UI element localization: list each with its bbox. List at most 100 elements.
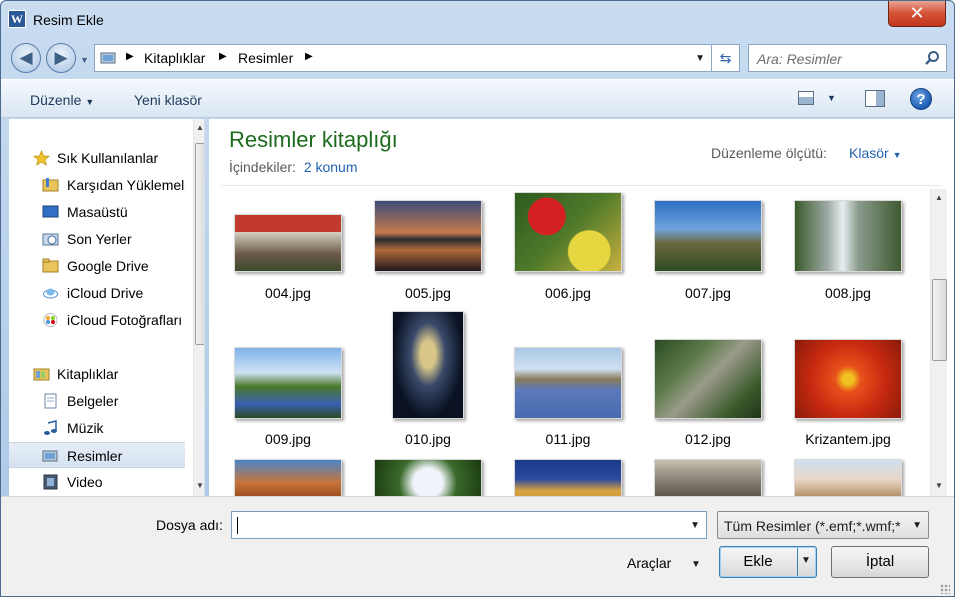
insert-picture-dialog: W Resim Ekle ✕ ◀ ▶ ▼ ▶ Kitaplıklar ▶ Res… [0, 0, 955, 597]
breadcrumb-separator[interactable]: ▶ [219, 51, 227, 62]
search-input[interactable]: Ara: Resimler [748, 44, 947, 72]
file-tile[interactable]: 011.jpg [514, 309, 644, 449]
chevron-down-icon[interactable]: ▼ [695, 53, 705, 64]
recent-pages-dropdown[interactable]: ▼ [80, 55, 89, 65]
image-thumbnail[interactable] [514, 347, 622, 419]
file-name-label: 007.jpg [685, 285, 731, 301]
sidebar-item-icloud-foto-raflar[interactable]: iCloud Fotoğrafları [9, 307, 185, 333]
search-placeholder: Ara: Resimler [757, 51, 842, 67]
breadcrumb-libraries[interactable]: Kitaplıklar [144, 50, 205, 66]
file-name-label: 011.jpg [545, 431, 591, 447]
file-tile[interactable]: 012.jpg [654, 309, 784, 449]
chevron-down-icon: ▼ [892, 150, 902, 160]
breadcrumb-pictures[interactable]: Resimler [238, 50, 293, 66]
sidebar-item-son-yerler[interactable]: Son Yerler [9, 226, 185, 252]
scroll-up-arrow[interactable]: ▲ [935, 193, 943, 202]
arrange-by-dropdown[interactable]: Klasör ▼ [849, 145, 902, 161]
file-name-label: Krizantem.jpg [805, 431, 891, 447]
filename-input[interactable]: ▼ [231, 511, 707, 539]
organize-label: Düzenle [30, 92, 82, 108]
file-tile[interactable]: 010.jpg [374, 309, 504, 449]
address-bar[interactable]: ▶ Kitaplıklar ▶ Resimler ▶ ▼ [94, 44, 712, 72]
image-thumbnail[interactable] [234, 459, 342, 496]
sidebar-item-label: Kitaplıklar [57, 366, 119, 382]
sidebar-item-belgeler[interactable]: Belgeler [9, 388, 185, 414]
libraries-icon [33, 368, 50, 381]
navigation-pane-scrollbar[interactable]: ▲ ▼ [193, 119, 204, 496]
text-caret [237, 517, 238, 534]
help-icon[interactable]: ? [910, 88, 932, 110]
cancel-button[interactable]: İptal [831, 546, 929, 578]
header-divider [221, 185, 941, 186]
scroll-up-arrow[interactable]: ▲ [196, 123, 204, 132]
file-tile[interactable]: 009.jpg [234, 309, 364, 449]
word-app-icon: W [8, 10, 26, 28]
includes-label: İçindekiler: [229, 159, 296, 175]
insert-options-dropdown[interactable]: ▼ [801, 555, 811, 566]
image-thumbnail[interactable] [374, 459, 482, 496]
back-button[interactable]: ◀ [11, 43, 41, 73]
sidebar-item-label: Karşıdan Yüklemeler [67, 177, 185, 193]
image-thumbnail[interactable] [794, 459, 902, 496]
sidebar-item-label: Sık Kullanılanlar [57, 150, 159, 166]
image-thumbnail[interactable] [234, 214, 342, 272]
sidebar-item-masa-st[interactable]: Masaüstü [9, 199, 185, 225]
image-thumbnail[interactable] [654, 459, 762, 496]
sidebar-item-icloud-drive[interactable]: iCloud Drive [9, 280, 185, 306]
scrollbar-thumb[interactable] [932, 279, 947, 361]
image-thumbnail[interactable] [794, 200, 902, 272]
search-icon[interactable] [924, 50, 940, 66]
scrollbar-thumb[interactable] [195, 143, 204, 345]
sidebar-item-kar-dan-y-klemeler[interactable]: Karşıdan Yüklemeler [9, 172, 185, 198]
preview-pane-icon[interactable] [865, 90, 885, 107]
image-thumbnail[interactable] [654, 200, 762, 272]
view-options-dropdown[interactable]: ▼ [827, 93, 836, 103]
chevron-down-icon: ▼ [85, 97, 95, 107]
image-thumbnail[interactable] [514, 192, 622, 272]
new-folder-button[interactable]: Yeni klasör [134, 92, 202, 108]
image-thumbnail[interactable] [234, 347, 342, 419]
locations-link[interactable]: 2 konum [304, 159, 358, 175]
file-tile[interactable]: Krizantem.jpg [794, 309, 924, 449]
documents-library-icon [44, 393, 57, 409]
sidebar-item-m-zik[interactable]: Müzik [9, 415, 185, 441]
file-name-label: 004.jpg [265, 285, 311, 301]
image-thumbnail[interactable] [654, 339, 762, 419]
refresh-button[interactable]: ⇆ [712, 44, 740, 72]
sidebar-item-label: iCloud Fotoğrafları [67, 312, 183, 328]
image-thumbnail[interactable] [374, 200, 482, 272]
sidebar-item-resimler[interactable]: Resimler [9, 442, 185, 468]
sidebar-item-label: Video [67, 474, 103, 490]
image-thumbnail[interactable] [392, 311, 464, 419]
close-button[interactable]: ✕ [888, 1, 946, 27]
file-name-label: 006.jpg [545, 285, 591, 301]
file-name-label: 008.jpg [825, 285, 871, 301]
sidebar-item-kitapl-klar[interactable]: Kitaplıklar [9, 361, 185, 387]
file-list-scrollbar[interactable]: ▲ ▼ [930, 189, 947, 496]
breadcrumb-separator[interactable]: ▶ [305, 51, 313, 62]
chevron-down-icon[interactable]: ▼ [690, 520, 700, 531]
music-library-icon [44, 420, 57, 435]
chevron-down-icon[interactable]: ▼ [691, 559, 701, 570]
sidebar-item-label: Masaüstü [67, 204, 128, 220]
pictures-library-icon [42, 450, 58, 462]
scroll-down-arrow[interactable]: ▼ [196, 481, 204, 490]
breadcrumb-separator[interactable]: ▶ [126, 51, 134, 62]
tools-menu-button[interactable]: Araçlar [627, 555, 671, 571]
resize-grip[interactable] [940, 584, 950, 594]
file-name-label: 012.jpg [685, 431, 731, 447]
organize-menu-button[interactable]: Düzenle ▼ [30, 92, 94, 108]
window-title: Resim Ekle [33, 12, 104, 28]
change-view-icon[interactable] [798, 91, 814, 105]
sidebar-item-s-k-kullan-lanlar[interactable]: Sık Kullanılanlar [9, 145, 185, 171]
image-thumbnail[interactable] [514, 459, 622, 496]
scroll-down-arrow[interactable]: ▼ [935, 481, 943, 490]
forward-button[interactable]: ▶ [46, 43, 76, 73]
arrange-by-label: Düzenleme ölçütü: [711, 145, 827, 161]
image-thumbnail[interactable] [794, 339, 902, 419]
file-type-select[interactable]: Tüm Resimler (*.emf;*.wmf;* ▼ [717, 511, 929, 539]
sidebar-item-video[interactable]: Video [9, 469, 185, 495]
sidebar-item-label: Google Drive [67, 258, 149, 274]
sidebar-item-google-drive[interactable]: Google Drive [9, 253, 185, 279]
sidebar-item-label: Müzik [67, 420, 104, 436]
